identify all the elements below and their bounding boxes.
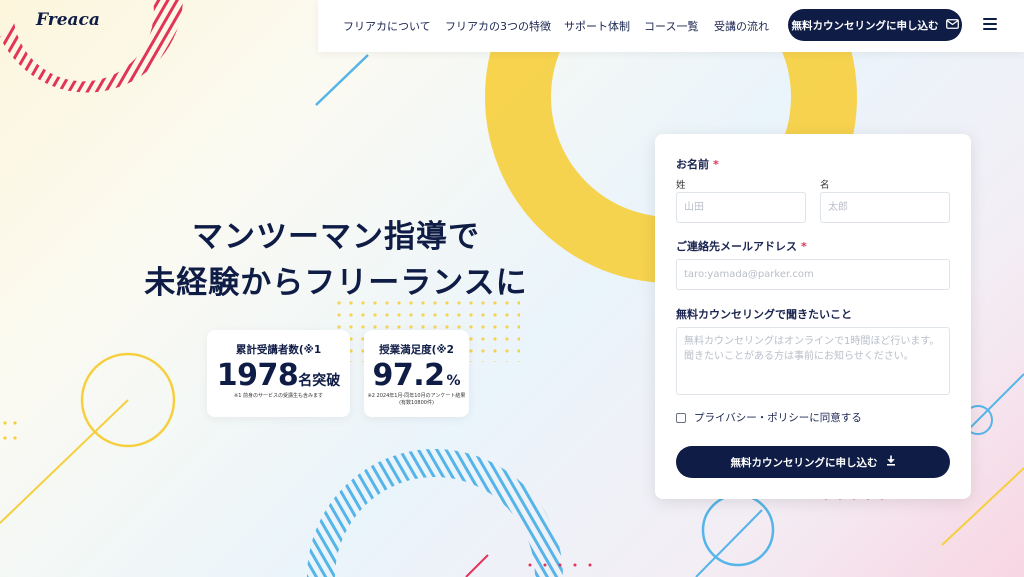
stat-unit: 名突破 [298,373,341,389]
privacy-checkbox[interactable] [676,412,686,423]
stat-title: 授業満足度(※2 [379,344,454,356]
counseling-form: お名前* 姓 名 ご連絡先メールアドレス* 無料カウンセリングで聞きたいこと プ… [655,134,971,499]
download-arrow-icon [886,455,896,469]
question-label: 無料カウンセリングで聞きたいこと [676,308,852,321]
submit-counseling-button[interactable]: 無料カウンセリングに申し込む [676,446,950,478]
submit-label: 無料カウンセリングに申し込む [730,456,878,469]
stat-note: ※2 2024年1月-同年10月のアンケート結果 [367,393,466,399]
nav-link-flow[interactable]: 受講の流れ [714,18,769,34]
name-label: お名前 * [676,158,719,171]
stat-title: 累計受講者数(※1 [235,344,322,356]
stat-value: 97.2 [372,358,445,393]
stat-card-satisfaction: 授業満足度(※2 97.2% ※2 2024年1月-同年10月のアンケート結果 … [364,330,469,417]
stat-card-students: 累計受講者数(※1 1978名突破 ※1 前身のサービスの受講生も含みます [207,330,350,417]
privacy-label: プライバシー・ポリシーに同意する [694,412,862,424]
freaca-logo[interactable]: Freaca [36,10,100,30]
first-name-label: 名 [820,180,830,191]
stat-note-count: (有数10800件) [399,400,434,406]
stat-value: 1978 [216,358,299,393]
first-name-input[interactable] [820,192,950,223]
privacy-consent[interactable]: プライバシー・ポリシーに同意する [676,410,862,425]
email-input[interactable] [676,259,950,290]
hero-line-2: 未経験からフリーランスに [144,265,528,301]
email-label: ご連絡先メールアドレス * [676,240,807,253]
required-mark: * [801,240,807,253]
nav-link-features[interactable]: フリアカの3つの特徴 [445,18,551,34]
stat-note: ※1 前身のサービスの受講生も含みます [234,393,323,399]
hamburger-icon[interactable] [983,18,997,30]
mail-icon [945,18,959,32]
last-name-label: 姓 [676,180,686,191]
top-navigation: フリアカについて フリアカの3つの特徴 サポート体制 コース一覧 受講の流れ 無… [318,0,1024,52]
nav-link-courses[interactable]: コース一覧 [644,18,698,34]
hero-heading: マンツーマン指導で 未経験からフリーランスに [120,214,552,306]
nav-link-support[interactable]: サポート体制 [564,18,630,34]
last-name-input[interactable] [676,192,806,223]
stat-unit: % [446,373,461,389]
required-mark: * [713,158,719,171]
question-textarea[interactable] [676,327,950,395]
hero-line-1: マンツーマン指導で [192,219,480,255]
nav-link-about[interactable]: フリアカについて [343,18,431,34]
nav-cta-label: 無料カウンセリングに申し込む [791,19,939,32]
nav-counseling-button[interactable]: 無料カウンセリングに申し込む [788,9,962,41]
